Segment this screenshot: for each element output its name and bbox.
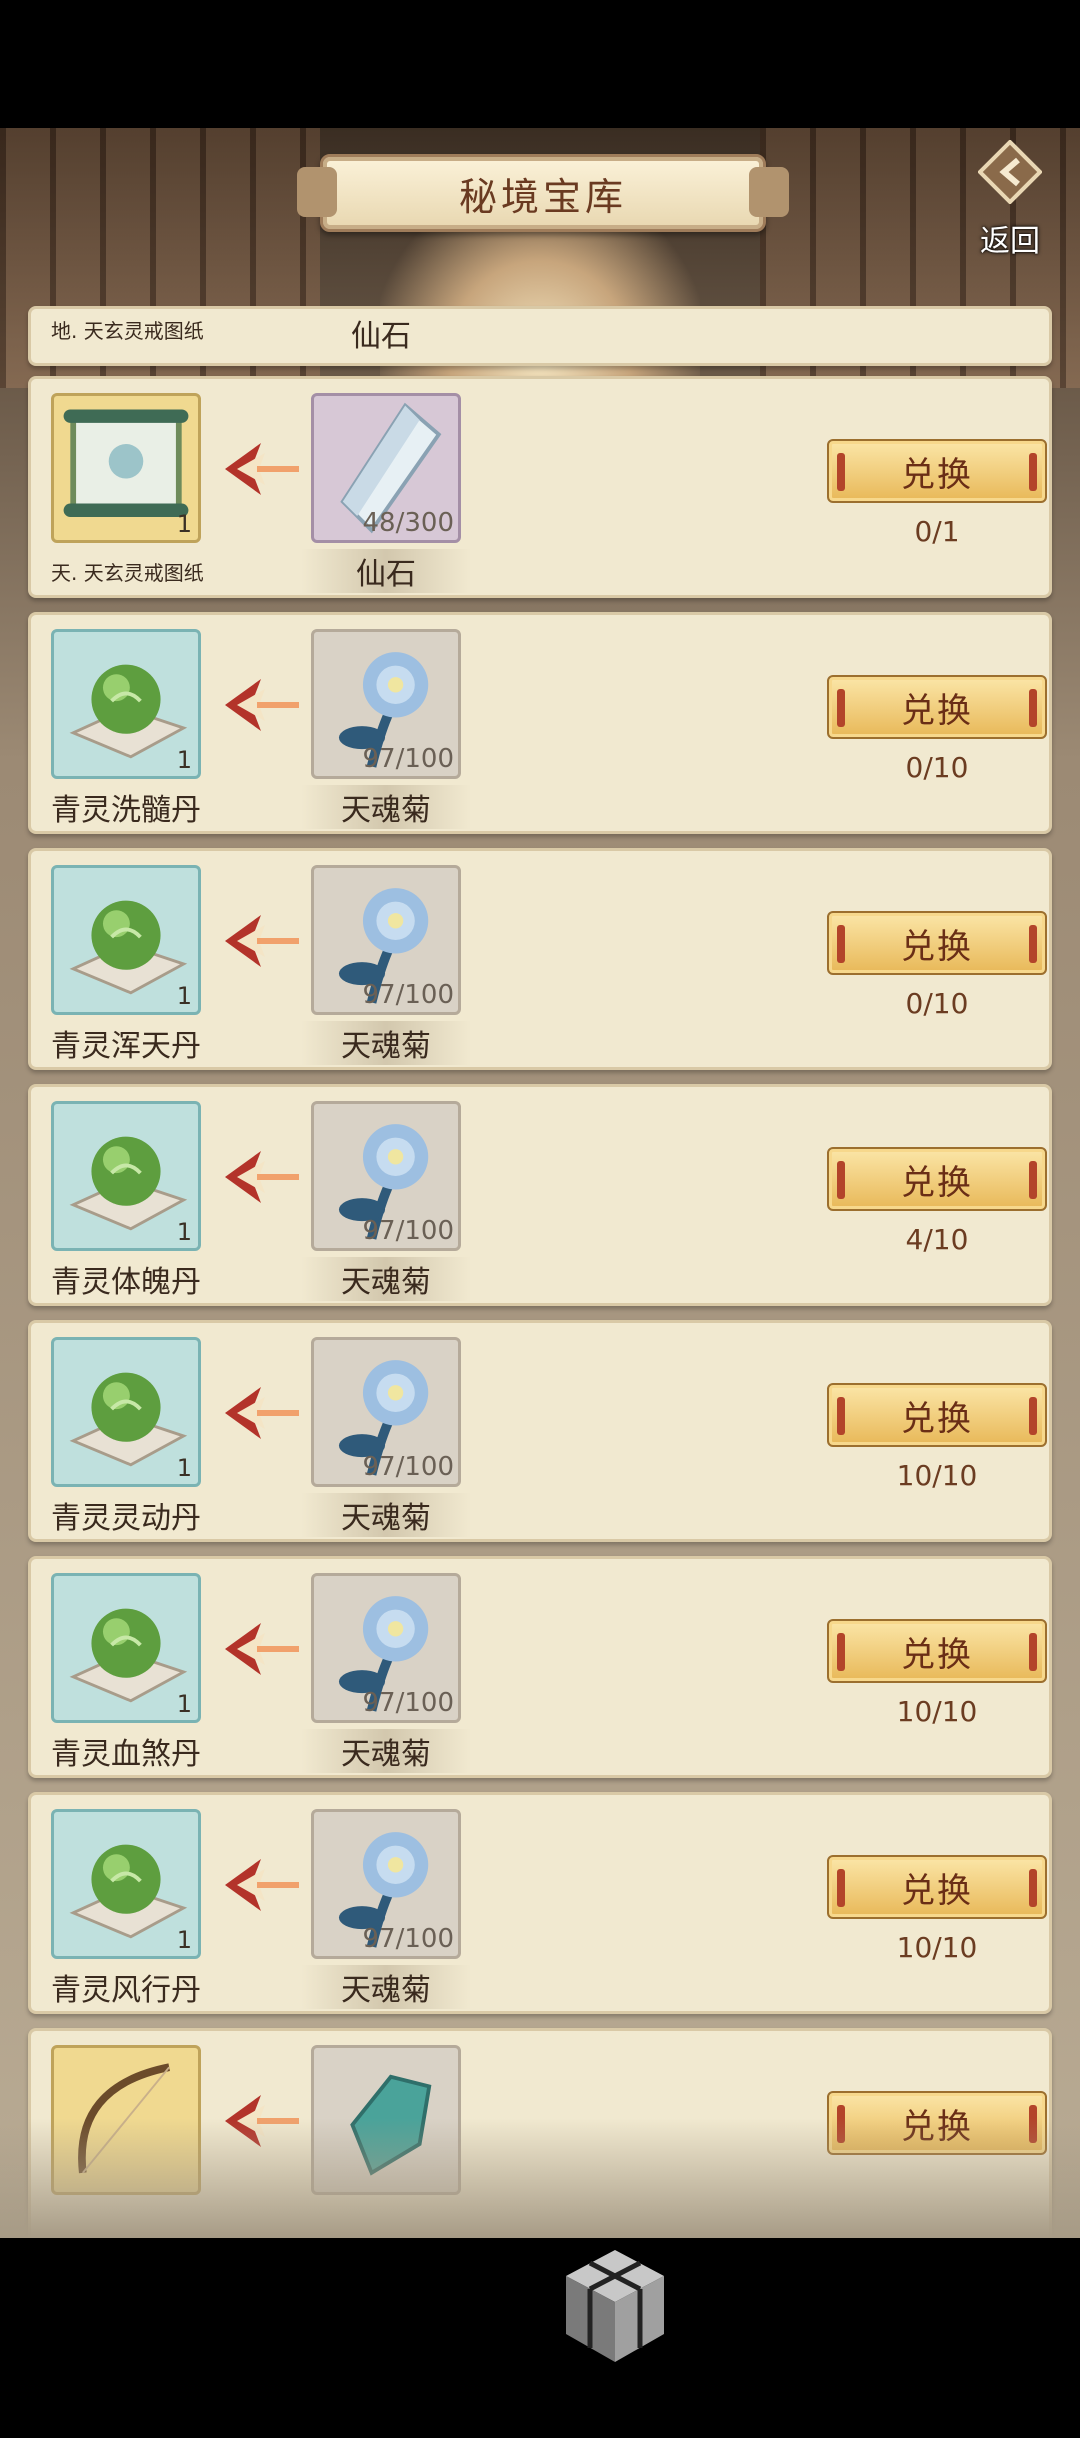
reward-name: 青灵风行丹 (51, 1973, 201, 2008)
cost-name: 天魂菊 (301, 1257, 471, 1301)
cost-item-slot[interactable]: 97/100 (311, 1809, 461, 1959)
exchange-button[interactable]: 兑换 (827, 1147, 1047, 1211)
exchange-row: 1 97/100 青灵洗髓丹 天魂菊 兑换 0/10 (28, 612, 1052, 834)
cost-count: 97/100 (362, 1216, 454, 1246)
cost-item-slot[interactable]: 97/100 (311, 1337, 461, 1487)
cost-name: 天魂菊 (301, 785, 471, 829)
cost-count: 97/100 (362, 1924, 454, 1954)
exchange-limit: 4/10 (905, 1223, 969, 1256)
cost-item-slot[interactable]: 97/100 (311, 865, 461, 1015)
reward-name: 青灵灵动丹 (51, 1501, 201, 1536)
back-button[interactable]: 返回 (960, 140, 1060, 259)
exchange-arrow-icon (225, 443, 299, 495)
exchange-button[interactable]: 兑换 (827, 1619, 1047, 1683)
cube-nav-icon[interactable] (556, 2244, 674, 2368)
exchange-limit: 0/10 (905, 987, 969, 1020)
exchange-button[interactable]: 兑换 (827, 675, 1047, 739)
reward-count: 1 (176, 982, 192, 1010)
cost-item-slot[interactable]: 97/100 (311, 629, 461, 779)
reward-name: 青灵血煞丹 (51, 1737, 201, 1772)
game-screen: 秘境宝库 返回 地. 天玄灵戒图纸 仙石 1 48/300 天. 天玄灵戒图纸 仙石兑… (0, 128, 1080, 2238)
cost-item-slot[interactable]: 48/300 (311, 393, 461, 543)
exchange-button[interactable]: 兑换 (827, 1383, 1047, 1447)
cost-count: 97/100 (362, 980, 454, 1010)
cost-count: 97/100 (362, 1688, 454, 1718)
cost-item-slot[interactable]: 97/100 (311, 1101, 461, 1251)
back-label: 返回 (980, 224, 1040, 259)
exchange-row-partial: 地. 天玄灵戒图纸 仙石 (28, 306, 1052, 366)
back-arrow-icon (978, 140, 1042, 204)
exchange-limit: 10/10 (896, 1459, 978, 1492)
cost-name: 天魂菊 (301, 1493, 471, 1537)
exchange-limit: 0/1 (914, 515, 960, 548)
bottom-fade (0, 2118, 1080, 2238)
exchange-button[interactable]: 兑换 (827, 439, 1047, 503)
cost-count: 97/100 (362, 1452, 454, 1482)
reward-item-slot[interactable]: 1 (51, 1809, 201, 1959)
exchange-row: 1 97/100 青灵风行丹 天魂菊 兑换 10/10 (28, 1792, 1052, 2014)
reward-count: 1 (176, 510, 192, 538)
reward-item-slot[interactable]: 1 (51, 1573, 201, 1723)
page-title: 秘境宝库 (458, 174, 627, 219)
cost-name: 仙石 (301, 549, 471, 593)
reward-item-slot[interactable]: 1 (51, 393, 201, 543)
exchange-arrow-icon (225, 915, 299, 967)
exchange-limit: 10/10 (896, 1695, 978, 1728)
reward-count: 1 (176, 1690, 192, 1718)
cost-item-slot[interactable]: 97/100 (311, 1573, 461, 1723)
reward-name: 天. 天玄灵戒图纸 (51, 561, 204, 585)
cost-count: 97/100 (362, 744, 454, 774)
reward-name: 青灵浑天丹 (51, 1029, 201, 1064)
cost-name: 天魂菊 (301, 1729, 471, 1773)
cost-count: 48/300 (362, 508, 454, 538)
cost-name: 仙石 (351, 319, 411, 354)
exchange-button[interactable]: 兑换 (827, 1855, 1047, 1919)
reward-name: 青灵体魄丹 (51, 1265, 201, 1300)
exchange-row: 1 97/100 青灵灵动丹 天魂菊 兑换 10/10 (28, 1320, 1052, 1542)
exchange-row: 1 97/100 青灵体魄丹 天魂菊 兑换 4/10 (28, 1084, 1052, 1306)
exchange-limit: 10/10 (896, 1931, 978, 1964)
exchange-arrow-icon (225, 1623, 299, 1675)
reward-count: 1 (176, 746, 192, 774)
reward-count: 1 (176, 1926, 192, 1954)
exchange-row: 1 97/100 青灵血煞丹 天魂菊 兑换 10/10 (28, 1556, 1052, 1778)
exchange-arrow-icon (225, 1151, 299, 1203)
reward-item-slot[interactable]: 1 (51, 1101, 201, 1251)
exchange-limit: 0/10 (905, 751, 969, 784)
reward-item-slot[interactable]: 1 (51, 865, 201, 1015)
exchange-row: 1 48/300 天. 天玄灵戒图纸 仙石 兑换 0/1 (28, 376, 1052, 598)
exchange-button[interactable]: 兑换 (827, 911, 1047, 975)
title-plaque: 秘境宝库 (297, 154, 789, 232)
reward-name: 地. 天玄灵戒图纸 (51, 319, 204, 343)
cost-name: 天魂菊 (301, 1021, 471, 1065)
exchange-arrow-icon (225, 1387, 299, 1439)
reward-item-slot[interactable]: 1 (51, 629, 201, 779)
cost-name: 天魂菊 (301, 1965, 471, 2009)
reward-name: 青灵洗髓丹 (51, 793, 201, 828)
exchange-row: 1 97/100 青灵浑天丹 天魂菊 兑换 0/10 (28, 848, 1052, 1070)
reward-item-slot[interactable]: 1 (51, 1337, 201, 1487)
reward-count: 1 (176, 1218, 192, 1246)
exchange-arrow-icon (225, 1859, 299, 1911)
exchange-arrow-icon (225, 679, 299, 731)
reward-count: 1 (176, 1454, 192, 1482)
